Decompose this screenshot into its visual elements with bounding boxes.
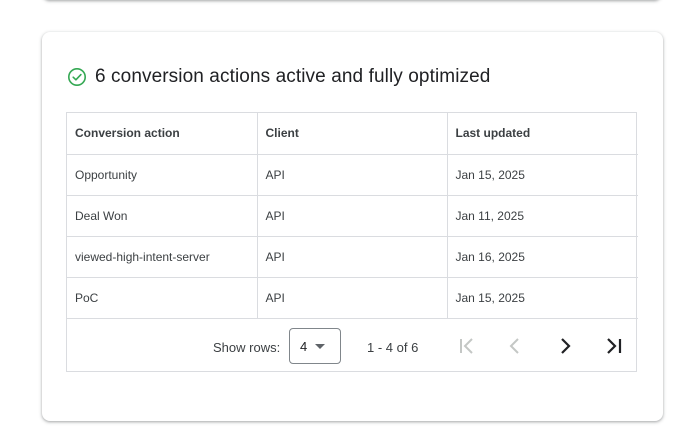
cell-last-updated: Jan 15, 2025: [446, 154, 638, 196]
table-row[interactable]: Deal Won API Jan 11, 2025: [67, 195, 638, 237]
cell-client: API: [256, 277, 447, 319]
cell-client: API: [256, 236, 447, 278]
cell-client: API: [256, 154, 447, 196]
cell-conversion-action: viewed-high-intent-server: [67, 236, 257, 278]
last-page-icon[interactable]: [602, 334, 626, 358]
table-header-row: Conversion action Client Last updated: [67, 113, 638, 155]
pagination-range: 1 - 4 of 6: [367, 340, 419, 355]
cell-last-updated: Jan 11, 2025: [446, 195, 638, 237]
table-row[interactable]: PoC API Jan 15, 2025: [67, 277, 638, 319]
show-rows-label: Show rows:: [213, 340, 281, 355]
table-row[interactable]: viewed-high-intent-server API Jan 16, 20…: [67, 236, 638, 278]
card-heading: 6 conversion actions active and fully op…: [67, 66, 490, 88]
table-row[interactable]: Opportunity API Jan 15, 2025: [67, 154, 638, 196]
cell-client: API: [256, 195, 447, 237]
column-header-last-updated[interactable]: Last updated: [446, 113, 638, 155]
cell-conversion-action: PoC: [67, 277, 257, 319]
next-page-icon[interactable]: [553, 334, 577, 358]
rows-per-page-select[interactable]: 4: [289, 328, 341, 364]
first-page-icon[interactable]: [455, 334, 479, 358]
cell-conversion-action: Deal Won: [67, 195, 257, 237]
previous-page-icon[interactable]: [503, 334, 527, 358]
conversion-actions-card: 6 conversion actions active and fully op…: [42, 32, 663, 421]
dropdown-arrow-icon: [315, 343, 326, 349]
conversion-table: Conversion action Client Last updated Op…: [66, 112, 638, 372]
rows-per-page-value: 4: [300, 338, 308, 354]
table-pagination: Show rows: 4 1 - 4 of 6: [67, 322, 636, 371]
card-title: 6 conversion actions active and fully op…: [95, 66, 491, 87]
column-header-client[interactable]: Client: [256, 113, 447, 155]
cell-last-updated: Jan 15, 2025: [446, 277, 638, 319]
cell-last-updated: Jan 16, 2025: [446, 236, 638, 278]
column-header-conversion-action[interactable]: Conversion action: [67, 113, 257, 155]
cell-conversion-action: Opportunity: [67, 154, 257, 196]
check-circle-icon: [67, 67, 87, 87]
